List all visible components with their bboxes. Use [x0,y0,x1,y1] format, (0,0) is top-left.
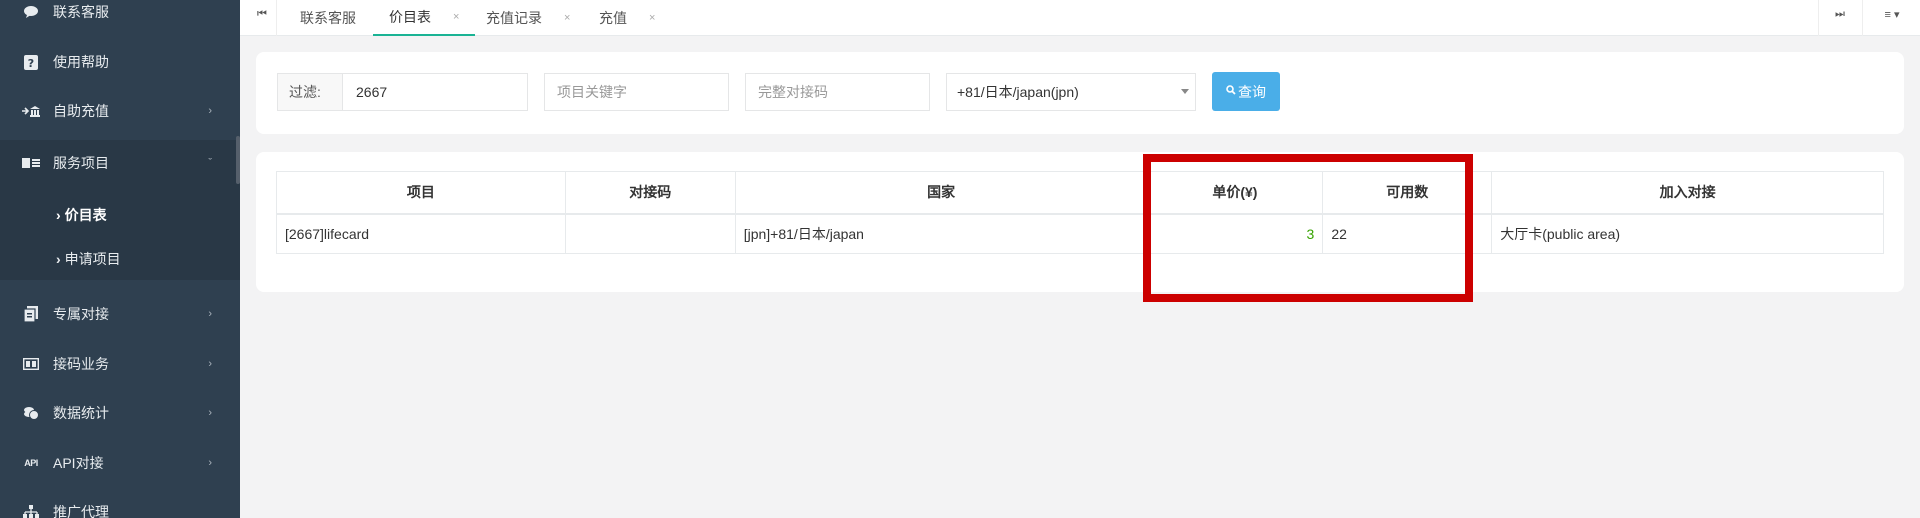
tab-scroll-left-button[interactable]: ⏮ [248,0,276,28]
sidebar-item-label: 使用帮助 [53,54,109,70]
sidebar-item-sms-service[interactable]: 接码业务 › [0,344,240,384]
country-select-value: +81/日本/japan(jpn) [957,84,1079,100]
chevron-right-icon: › [56,251,61,267]
country-cell: [jpn]+81/日本/japan [734,213,1148,254]
sidebar-item-label: 联系客服 [53,4,109,20]
table-header-row: 项目 对接码 国家 单价(¥) 可用数 加入对接 [276,171,1884,215]
chevron-right-icon: › [208,105,212,117]
join-cell: 大厅卡(public area) [1491,213,1884,254]
column-header[interactable]: 加入对接 [1491,171,1884,215]
sidebar-item-exclusive-docking[interactable]: 专属对接 › [0,294,240,334]
chevron-right-icon: › [56,207,61,223]
tab-label: 价目表 [389,9,431,25]
sidebar-item-label: 服务项目 [53,155,109,171]
sidebar-item-label: 自助充值 [53,103,109,119]
table-row[interactable]: [2667]lifecard [jpn]+81/日本/japan 3 22 大厅… [276,213,1884,254]
sidebar-scrollbar[interactable] [236,136,240,184]
sidebar-item-contact-service[interactable]: 联系客服 [0,0,240,32]
tab-bar: ⏮ 联系客服 价目表 × 充值记录 × 充值 × ⏭ ≡ ▾ [240,0,1920,36]
tab-divider [276,0,277,36]
bank-icon [21,105,41,117]
tab-divider [1818,0,1819,36]
sidebar-subitem-price-list[interactable]: › 价目表 [0,197,240,233]
tab-recharge-records[interactable]: 充值记录 × [486,0,570,36]
chevron-down-icon: ˇ [208,157,212,169]
highlight-box [1143,154,1473,302]
docking-code-input[interactable]: 完整对接码 [745,73,930,111]
search-icon [1226,85,1236,98]
tab-price-list[interactable]: 价目表 × [373,0,476,36]
sim-card-icon [21,358,41,370]
sidebar-item-label: API对接 [53,455,104,471]
sidebar-subitem-label: 价目表 [64,207,107,223]
document-icon [21,306,41,322]
filter-group: 过滤: 2667 [277,73,528,111]
sidebar-item-api[interactable]: API API对接 › [0,443,240,483]
api-icon: API [24,458,38,468]
tab-menu-button[interactable]: ≡ ▾ [1874,0,1910,28]
sidebar-item-self-recharge[interactable]: 自助充值 › [0,91,240,131]
project-cell: [2667]lifecard [276,213,566,254]
coins-icon [21,406,41,420]
tab-contact-service[interactable]: 联系客服 [300,0,356,36]
column-header[interactable]: 项目 [276,171,566,215]
filter-input[interactable]: 2667 [343,84,387,100]
tab-label: 联系客服 [300,10,356,26]
sidebar-item-label: 专属对接 [53,306,109,322]
sidebar-item-referral[interactable]: 推广代理 [0,492,240,518]
sidebar-item-label: 推广代理 [53,504,109,518]
tab-scroll-right-button[interactable]: ⏭ [1826,0,1854,28]
sidebar-item-statistics[interactable]: 数据统计 › [0,393,240,433]
help-square-icon: ? [21,54,41,70]
tab-divider [1862,0,1863,36]
chevron-right-icon: › [208,457,212,469]
network-icon [21,505,41,518]
sidebar-subitem-apply-project[interactable]: › 申请项目 [0,241,240,277]
sidebar-subitem-label: 申请项目 [64,251,121,267]
close-icon[interactable]: × [649,12,655,24]
filter-label: 过滤: [278,74,343,110]
query-button-label: 查询 [1238,83,1266,100]
sidebar-item-label: 数据统计 [53,405,109,421]
tab-label: 充值 [599,10,627,26]
tab-label: 充值记录 [486,10,542,26]
card-list-icon [21,157,41,169]
svg-text:?: ? [28,57,34,70]
project-keyword-input[interactable]: 项目关键字 [544,73,729,111]
query-button[interactable]: 查询 [1212,72,1280,111]
sidebar-item-label: 接码业务 [53,356,109,372]
close-icon[interactable]: × [453,11,459,23]
price-table: 项目 对接码 国家 单价(¥) 可用数 加入对接 [2667]lifecard … [276,171,1884,254]
column-header[interactable]: 对接码 [564,171,736,215]
column-header[interactable]: 国家 [734,171,1148,215]
chevron-right-icon: › [208,358,212,370]
caret-down-icon [1181,89,1189,94]
sidebar-item-help[interactable]: ? 使用帮助 [0,42,240,82]
tab-recharge[interactable]: 充值 × [599,0,655,36]
code-cell [564,213,736,254]
chat-bubble-icon [21,5,41,19]
country-select[interactable]: +81/日本/japan(jpn) [946,73,1196,111]
close-icon[interactable]: × [564,12,570,24]
sidebar-item-services[interactable]: 服务项目 ˇ [0,140,240,186]
sidebar: 联系客服 ? 使用帮助 自助充值 › 服务项目 ˇ › 价目表 › 申请项目 专… [0,0,240,518]
chevron-right-icon: › [208,407,212,419]
chevron-right-icon: › [208,308,212,320]
